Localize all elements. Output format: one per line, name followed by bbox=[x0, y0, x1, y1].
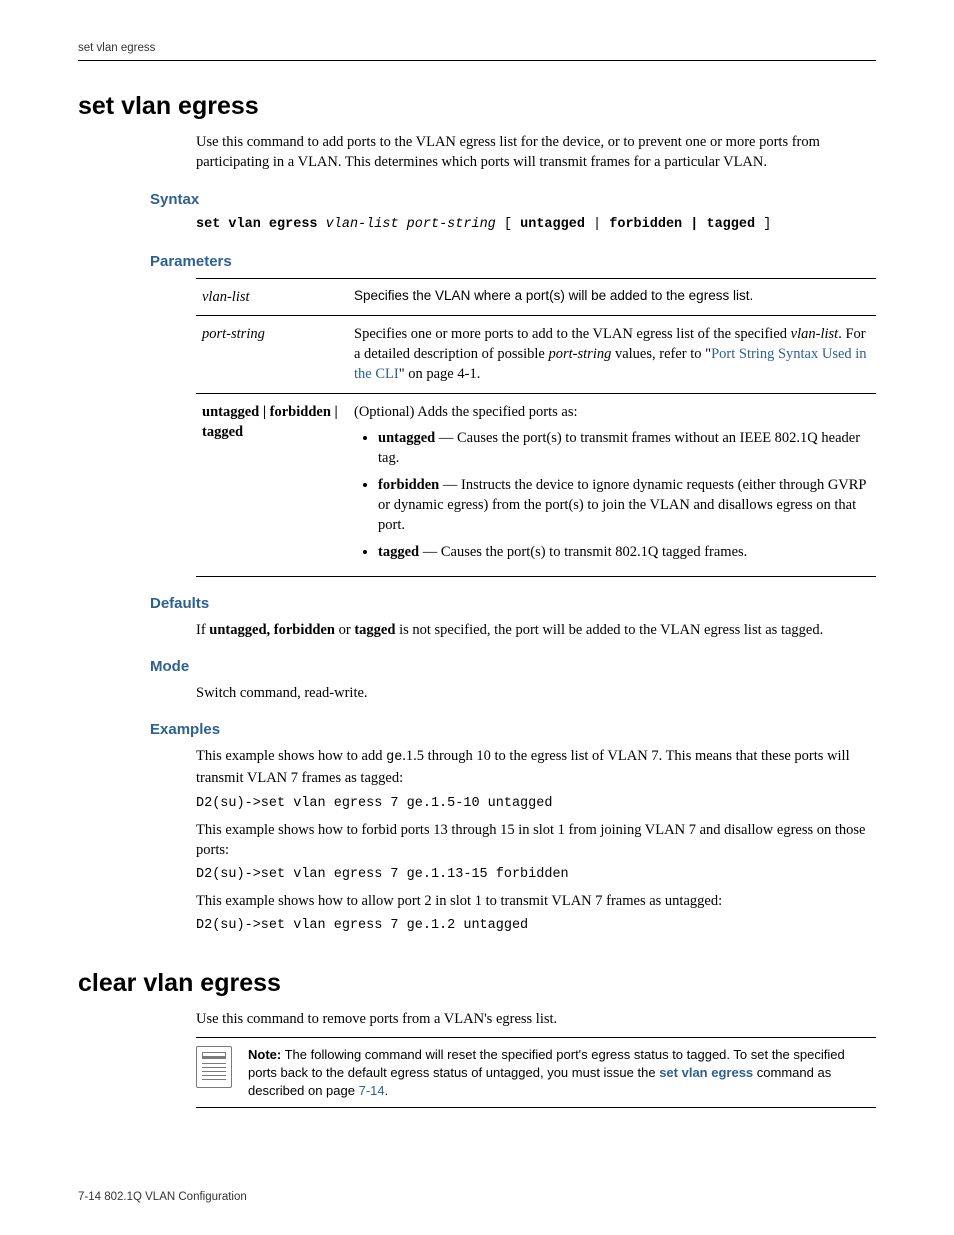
param-bullet-tagged: tagged — Causes the port(s) to transmit … bbox=[378, 542, 870, 562]
parameters-heading: Parameters bbox=[150, 251, 876, 272]
page: set vlan egress set vlan egress Use this… bbox=[0, 0, 954, 1235]
param-bullet-list: untagged — Causes the port(s) to transmi… bbox=[354, 428, 870, 562]
param-lead-text: (Optional) Adds the specified ports as: bbox=[354, 404, 578, 420]
note-box: Note: The following command will reset t… bbox=[196, 1037, 876, 1108]
defaults-bold2: tagged bbox=[354, 622, 395, 638]
section-title-clear-vlan-egress: clear vlan egress bbox=[78, 966, 876, 1001]
syntax-kw-rest: forbidden | tagged bbox=[609, 217, 755, 232]
defaults-bold1: untagged, forbidden bbox=[209, 622, 335, 638]
bullet-keyword: tagged bbox=[378, 544, 419, 560]
param-name: port-string bbox=[196, 315, 348, 393]
defaults-text: If untagged, forbidden or tagged is not … bbox=[196, 620, 876, 640]
page-footer: 7-14 802.1Q VLAN Configuration bbox=[78, 1189, 247, 1205]
note-link-page[interactable]: 7-14 bbox=[359, 1083, 385, 1098]
defaults-text-part: If bbox=[196, 622, 209, 638]
defaults-text-part: or bbox=[335, 622, 354, 638]
syntax-bracket-open: [ bbox=[504, 217, 512, 232]
intro-paragraph: Use this command to add ports to the VLA… bbox=[196, 132, 876, 173]
syntax-arg-portstring: port-string bbox=[407, 217, 496, 232]
param-desc: Specifies the VLAN where a port(s) will … bbox=[348, 278, 876, 315]
example3-text: This example shows how to allow port 2 i… bbox=[196, 891, 876, 911]
example1-text: This example shows how to add ge.1.5 thr… bbox=[196, 746, 876, 788]
syntax-kw-untagged: untagged bbox=[520, 217, 585, 232]
param-desc: (Optional) Adds the specified ports as: … bbox=[348, 393, 876, 576]
example-text-part: This example shows how to add bbox=[196, 748, 386, 764]
syntax-arg-vlanlist: vlan-list bbox=[326, 217, 399, 232]
syntax-pipe1: | bbox=[593, 217, 609, 232]
mode-heading: Mode bbox=[150, 656, 876, 677]
mode-text: Switch command, read-write. bbox=[196, 683, 876, 703]
syntax-bracket-close: ] bbox=[763, 217, 771, 232]
note-text-part: . bbox=[385, 1083, 389, 1098]
param-italic-portstring: port-string bbox=[549, 346, 612, 362]
param-row-portstring: port-string Specifies one or more ports … bbox=[196, 315, 876, 393]
bullet-text: — Instructs the device to ignore dynamic… bbox=[378, 477, 866, 534]
param-bullet-forbidden: forbidden — Instructs the device to igno… bbox=[378, 475, 870, 536]
syntax-heading: Syntax bbox=[150, 189, 876, 210]
bullet-text: — Causes the port(s) to transmit 802.1Q … bbox=[419, 544, 747, 560]
note-label: Note: bbox=[248, 1047, 281, 1062]
param-desc-text: " on page 4-1. bbox=[399, 366, 481, 382]
defaults-text-part: is not specified, the port will be added… bbox=[395, 622, 823, 638]
section1-body: Use this command to add ports to the VLA… bbox=[196, 132, 876, 173]
example-inline-code: ge bbox=[386, 750, 402, 765]
parameters-table: vlan-list Specifies the VLAN where a por… bbox=[196, 278, 876, 577]
running-header: set vlan egress bbox=[78, 40, 876, 61]
example2-text: This example shows how to forbid ports 1… bbox=[196, 820, 876, 861]
bullet-keyword: untagged bbox=[378, 430, 435, 446]
note-icon bbox=[196, 1046, 232, 1088]
example1-command: D2(su)->set vlan egress 7 ge.1.5-10 unta… bbox=[196, 795, 876, 814]
param-desc-text: Specifies the VLAN where a port(s) will … bbox=[354, 288, 753, 303]
syntax-line: set vlan egress vlan-list port-string [ … bbox=[196, 216, 876, 235]
example2-command: D2(su)->set vlan egress 7 ge.1.13-15 for… bbox=[196, 866, 876, 885]
param-name: vlan-list bbox=[196, 278, 348, 315]
note-link-set-vlan-egress[interactable]: set vlan egress bbox=[659, 1065, 753, 1080]
bullet-text: — Causes the port(s) to transmit frames … bbox=[378, 430, 860, 466]
example3-command: D2(su)->set vlan egress 7 ge.1.2 untagge… bbox=[196, 917, 876, 936]
param-desc-text: Specifies one or more ports to add to th… bbox=[354, 326, 791, 342]
bullet-keyword: forbidden bbox=[378, 477, 439, 493]
clear-intro-paragraph: Use this command to remove ports from a … bbox=[196, 1009, 876, 1029]
section-title-set-vlan-egress: set vlan egress bbox=[78, 89, 876, 124]
param-desc-text: values, refer to " bbox=[611, 346, 711, 362]
syntax-command: set vlan egress bbox=[196, 217, 318, 232]
param-row-vlanlist: vlan-list Specifies the VLAN where a por… bbox=[196, 278, 876, 315]
param-desc: Specifies one or more ports to add to th… bbox=[348, 315, 876, 393]
note-text: Note: The following command will reset t… bbox=[248, 1046, 876, 1099]
defaults-heading: Defaults bbox=[150, 593, 876, 614]
param-row-keywords: untagged | forbidden | tagged (Optional)… bbox=[196, 393, 876, 576]
param-bullet-untagged: untagged — Causes the port(s) to transmi… bbox=[378, 428, 870, 469]
examples-heading: Examples bbox=[150, 719, 876, 740]
param-name: untagged | forbidden | tagged bbox=[196, 393, 348, 576]
param-italic-vlanlist: vlan-list bbox=[791, 326, 839, 342]
